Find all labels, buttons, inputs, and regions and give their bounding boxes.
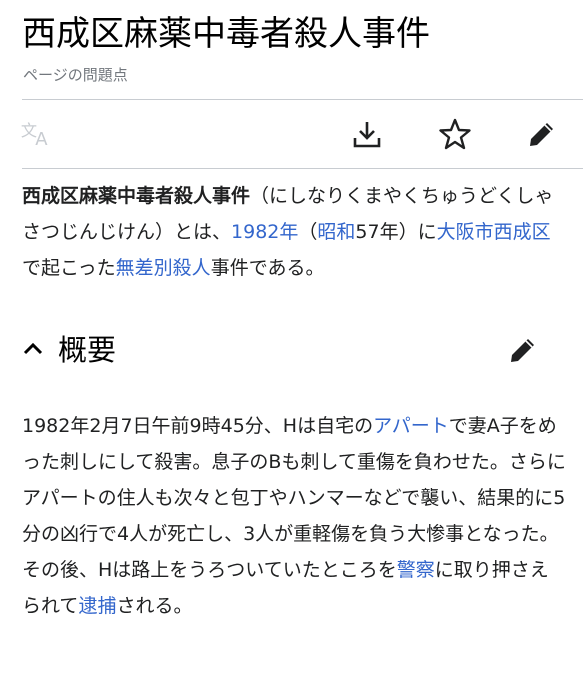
pencil-icon[interactable] xyxy=(505,332,541,368)
link-showa[interactable]: 昭和 xyxy=(317,221,355,243)
link-police[interactable]: 警察 xyxy=(397,559,435,581)
page-actions-toolbar: 文 A xyxy=(0,100,583,168)
page-title: 西成区麻薬中毒者殺人事件 xyxy=(22,14,430,54)
download-icon[interactable] xyxy=(349,116,385,152)
body-text: 1982年2月7日午前9時45分、Hは自宅の xyxy=(22,415,374,437)
link-apartment[interactable]: アパート xyxy=(373,415,449,437)
section-title: 概要 xyxy=(58,333,117,367)
star-icon[interactable] xyxy=(437,116,473,152)
lead-text: で起こった xyxy=(22,257,116,279)
chevron-up-icon[interactable] xyxy=(22,338,44,360)
body-text: で妻A子をめった刺しにして殺害。息子のBも刺して重傷を負わせた。さらにアパートの… xyxy=(22,415,566,581)
overview-paragraph: 1982年2月7日午前9時45分、Hは自宅のアパートで妻A子をめった刺しにして殺… xyxy=(22,408,567,624)
bold-term: 西成区麻薬中毒者殺人事件 xyxy=(22,185,251,207)
link-arrest[interactable]: 逮捕 xyxy=(78,595,116,617)
lead-paragraph: 西成区麻薬中毒者殺人事件（にしなりくまやくちゅうどくしゃさつじんじけん）とは、1… xyxy=(22,178,567,286)
translate-icon[interactable]: 文 A xyxy=(20,116,56,152)
link-nishinari[interactable]: 大阪市西成区 xyxy=(437,221,551,243)
page-issues-link[interactable]: ページの問題点 xyxy=(23,64,128,85)
lead-text: （ xyxy=(298,221,318,243)
link-indiscriminate-killing[interactable]: 無差別殺人 xyxy=(116,257,211,279)
link-1982[interactable]: 1982年 xyxy=(231,221,298,243)
lead-text: 57年）に xyxy=(355,221,437,243)
toolbar-divider xyxy=(22,168,583,169)
svg-text:A: A xyxy=(35,129,48,150)
section-overview-header[interactable]: 概要 xyxy=(0,322,583,382)
pencil-icon[interactable] xyxy=(524,116,560,152)
body-text: される。 xyxy=(116,595,193,617)
lead-text: 事件である。 xyxy=(210,257,325,279)
